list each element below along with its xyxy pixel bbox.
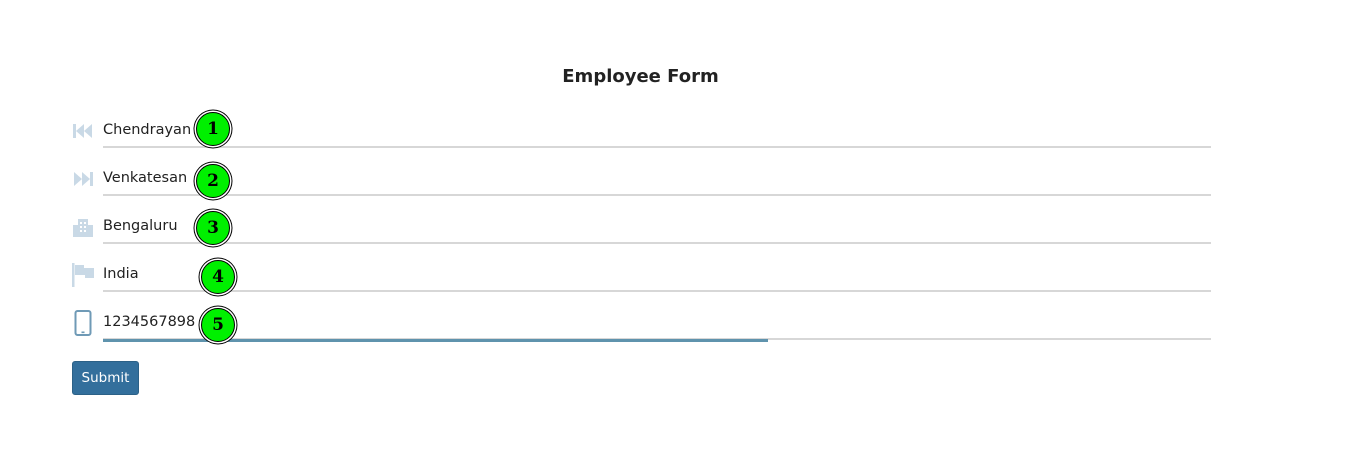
marker-3: 3 (196, 211, 230, 245)
first-name-input[interactable] (103, 110, 1211, 148)
last-name-icon (70, 166, 96, 192)
marker-1: 1 (196, 112, 230, 146)
marker-4: 4 (201, 260, 235, 294)
last-name-input[interactable] (103, 158, 1211, 196)
employee-form-page: Employee Form Chendrayan Venkatesan Beng… (0, 0, 1360, 450)
marker-5: 5 (201, 308, 235, 342)
phone-focus-bar (103, 339, 768, 342)
flag-icon (70, 262, 96, 288)
submit-button[interactable]: Submit (72, 361, 139, 395)
city-input[interactable] (103, 206, 1211, 244)
country-row (70, 254, 1211, 294)
first-name-row (70, 110, 1211, 150)
phone-icon (70, 310, 96, 336)
city-icon (70, 214, 96, 240)
phone-row (70, 302, 1211, 342)
last-name-row (70, 158, 1211, 198)
phone-input[interactable] (103, 302, 1211, 340)
country-input[interactable] (103, 254, 1211, 292)
marker-2: 2 (196, 164, 230, 198)
first-name-icon (70, 118, 96, 144)
form-title: Employee Form (562, 66, 719, 87)
city-row (70, 206, 1211, 246)
